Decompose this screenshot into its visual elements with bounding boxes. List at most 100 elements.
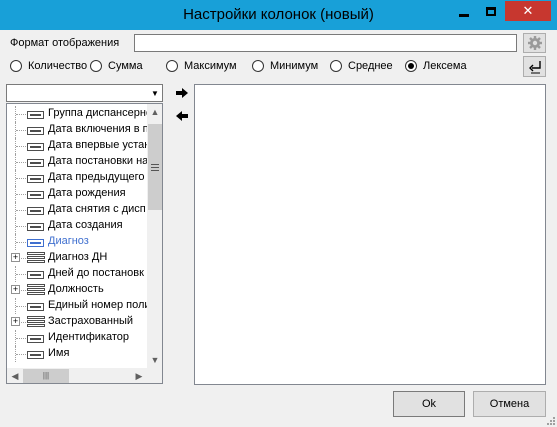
tree-item[interactable]: Дата включения в п xyxy=(7,122,147,138)
tree-horizontal-scrollbar[interactable]: ◀ ||| ▶ xyxy=(7,368,147,383)
scroll-up-icon[interactable]: ▲ xyxy=(147,104,162,120)
tree-item[interactable]: Дата впервые устан xyxy=(7,138,147,154)
close-icon: ✕ xyxy=(522,3,534,19)
field-group-icon xyxy=(27,252,45,264)
field-icon xyxy=(27,142,44,151)
tree-item-label: Имя xyxy=(48,347,70,359)
field-icon xyxy=(27,126,44,135)
radio-dot-selected xyxy=(405,60,417,72)
tree-item-label: Дней до постановк xyxy=(48,267,144,279)
tree-item-label: Дата рождения xyxy=(48,187,126,199)
ok-button[interactable]: Ok xyxy=(393,391,465,417)
scroll-down-icon[interactable]: ▼ xyxy=(147,352,162,368)
tree-connector xyxy=(16,210,26,211)
tree-item[interactable]: Дата снятия с дисп xyxy=(7,202,147,218)
radio-label: Сумма xyxy=(108,60,143,72)
radio-sum[interactable]: Сумма xyxy=(90,60,143,72)
scroll-right-icon[interactable]: ▶ xyxy=(131,368,147,383)
tree-item[interactable]: Дата создания xyxy=(7,218,147,234)
enter-arrow-icon xyxy=(528,60,541,73)
tree-item[interactable]: Единый номер поли xyxy=(7,298,147,314)
tree-item-label: Дата создания xyxy=(48,219,123,231)
tree-item[interactable]: Идентификатор xyxy=(7,330,147,346)
radio-max[interactable]: Максимум xyxy=(166,60,237,72)
tree-connector xyxy=(16,274,26,275)
tree-connector xyxy=(16,354,26,355)
radio-avg[interactable]: Среднее xyxy=(330,60,393,72)
radio-dot xyxy=(90,60,102,72)
selected-columns-list[interactable] xyxy=(194,84,546,385)
scroll-left-icon[interactable]: ◀ xyxy=(7,368,23,383)
tree-connector xyxy=(16,194,26,195)
expand-icon[interactable]: + xyxy=(11,253,20,262)
tree-connector xyxy=(16,162,26,163)
tree-item-label: Диагноз xyxy=(48,235,89,247)
field-group-icon xyxy=(27,284,45,296)
tree-item-label: Диагноз ДН xyxy=(48,251,108,263)
dialog-window: Настройки колонок (новый) ✕ Формат отобр… xyxy=(0,0,557,427)
tree-item-label: Дата постановки на xyxy=(48,155,147,167)
tree-item[interactable]: Дата предыдущего xyxy=(7,170,147,186)
radio-lexeme[interactable]: Лексема xyxy=(405,60,467,72)
tree-connector xyxy=(16,130,26,131)
field-icon xyxy=(27,158,44,167)
expand-icon[interactable]: + xyxy=(11,285,20,294)
field-icon xyxy=(27,350,44,359)
field-tree[interactable]: Группа диспансерно Дата включения в п Дата… xyxy=(6,103,163,384)
chevron-down-icon[interactable]: ▼ xyxy=(148,85,162,101)
tree-item-label: Дата предыдущего xyxy=(48,171,145,183)
field-icon xyxy=(27,222,44,231)
tree-connector xyxy=(16,306,26,307)
insert-button[interactable] xyxy=(523,56,546,77)
format-settings-button[interactable] xyxy=(523,33,546,53)
field-filter-combo[interactable]: ▼ xyxy=(6,84,163,102)
tree-connector xyxy=(21,258,26,259)
title-bar[interactable]: Настройки колонок (новый) ✕ xyxy=(0,0,557,30)
expand-icon[interactable]: + xyxy=(11,317,20,326)
tree-connector xyxy=(16,242,26,243)
scroll-thumb-horizontal[interactable]: ||| xyxy=(23,369,69,383)
gear-icon xyxy=(527,36,542,50)
cancel-button[interactable]: Отмена xyxy=(473,391,546,417)
close-button[interactable]: ✕ xyxy=(505,1,551,21)
scroll-thumb[interactable] xyxy=(148,124,162,210)
format-input[interactable] xyxy=(134,34,517,52)
tree-connector xyxy=(16,178,26,179)
grip-icon xyxy=(151,163,159,171)
tree-connector xyxy=(16,114,26,115)
remove-column-button[interactable] xyxy=(175,109,189,123)
radio-count[interactable]: Количество xyxy=(10,60,87,72)
field-icon xyxy=(27,206,44,215)
maximize-icon xyxy=(486,6,496,16)
tree-item[interactable]: + Должность xyxy=(7,282,147,298)
tree-item-label: Идентификатор xyxy=(48,331,129,343)
tree-item[interactable]: Группа диспансерно xyxy=(7,106,147,122)
tree-item[interactable]: Дата постановки на xyxy=(7,154,147,170)
field-group-icon xyxy=(27,316,45,328)
tree-vertical-scrollbar[interactable]: ▲ ▼ xyxy=(147,104,162,368)
tree-connector xyxy=(16,338,26,339)
arrow-right-icon xyxy=(176,88,188,98)
radio-label: Максимум xyxy=(184,60,237,72)
field-icon xyxy=(27,302,44,311)
minimize-button[interactable] xyxy=(451,1,477,21)
tree-item[interactable]: Дата рождения xyxy=(7,186,147,202)
field-icon xyxy=(27,110,44,119)
add-column-button[interactable] xyxy=(175,86,189,100)
tree-item-label: Дата включения в п xyxy=(48,123,147,135)
tree-item[interactable]: + Диагноз ДН xyxy=(7,250,147,266)
tree-item[interactable]: Имя xyxy=(7,346,147,362)
tree-item-label: Должность xyxy=(48,283,104,295)
tree-item[interactable]: + Застрахованный xyxy=(7,314,147,330)
tree-connector xyxy=(16,146,26,147)
field-icon xyxy=(27,238,44,247)
tree-item[interactable]: Диагноз xyxy=(7,234,147,250)
scrollbar-corner xyxy=(147,368,162,383)
format-label: Формат отображения xyxy=(10,37,120,49)
tree-item[interactable]: Дней до постановк xyxy=(7,266,147,282)
radio-label: Лексема xyxy=(423,60,467,72)
radio-min[interactable]: Минимум xyxy=(252,60,318,72)
maximize-button[interactable] xyxy=(478,1,504,21)
resize-grip-icon[interactable] xyxy=(545,415,555,425)
field-icon xyxy=(27,334,44,343)
